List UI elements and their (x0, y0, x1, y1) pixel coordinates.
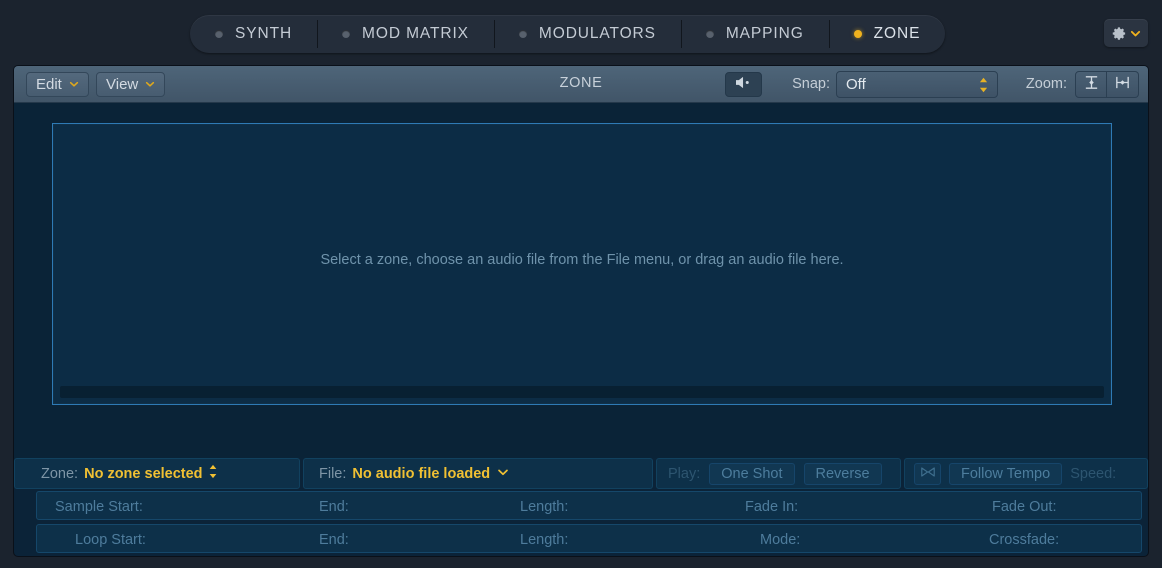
sample-start-label: Sample Start: (55, 499, 143, 515)
zoom-button-group (1075, 71, 1139, 98)
tab-zone[interactable]: ZONE (828, 15, 946, 53)
zoom-label: Zoom: (1025, 76, 1067, 92)
file-selector[interactable]: File: No audio file loaded (303, 458, 653, 489)
tab-label: MOD MATRIX (362, 25, 469, 42)
snap-label: Snap: (792, 76, 830, 92)
fit-horizontal-icon (1114, 74, 1131, 96)
zone-selector[interactable]: Zone: No zone selected (14, 458, 300, 489)
zone-value: No zone selected (84, 465, 203, 482)
zoom-fit-horizontal-button[interactable] (1107, 71, 1139, 98)
stepper-arrows-icon (978, 76, 989, 94)
tab-indicator-dot (518, 30, 527, 38)
settings-menu-button[interactable] (1104, 19, 1148, 47)
snap-select[interactable]: Off (836, 71, 998, 98)
chevron-down-icon (1130, 28, 1141, 39)
follow-tempo-button[interactable]: Follow Tempo (949, 462, 1063, 485)
zone-label: Zone: (41, 465, 79, 482)
sample-end-label: End: (319, 499, 349, 515)
chevron-down-icon (497, 465, 509, 483)
waveform-area[interactable]: Select a zone, choose an audio file from… (14, 103, 1148, 458)
sample-params-strip: Sample Start: End: Length: Fade In: Fade… (36, 491, 1142, 520)
file-value: No audio file loaded (352, 465, 491, 482)
tab-indicator-dot (215, 30, 223, 38)
gear-icon (1112, 26, 1127, 41)
sample-row-gutter[interactable] (18, 491, 34, 520)
play-label: Play: (668, 465, 701, 482)
tab-mapping[interactable]: MAPPING (680, 15, 829, 53)
sample-length-label: Length: (520, 499, 569, 515)
empty-state-hint: Select a zone, choose an audio file from… (320, 252, 844, 268)
tab-synth[interactable]: SYNTH (190, 15, 317, 53)
fade-in-label: Fade In: (745, 499, 799, 515)
tab-group: SYNTH MOD MATRIX MODULATORS MAPPING ZONE (190, 15, 946, 53)
loop-params-strip: Loop Start: End: Length: Mode: Crossfade… (36, 524, 1142, 553)
zone-panel: Edit View ZONE Snap: Off Zoom: Select a … (14, 66, 1148, 556)
tab-modulators[interactable]: MODULATORS (493, 15, 681, 53)
tempo-sync-icon-button[interactable] (914, 462, 941, 485)
zone-editor-window: SYNTH MOD MATRIX MODULATORS MAPPING ZONE (0, 0, 1162, 568)
tab-mod-matrix[interactable]: MOD MATRIX (317, 15, 494, 53)
crossfade-label: Crossfade: (989, 532, 1060, 548)
fade-out-label: Fade Out: (992, 499, 1057, 515)
play-mode-group: Play: One Shot Reverse (656, 458, 901, 489)
zoom-fit-vertical-button[interactable] (1075, 71, 1107, 98)
tab-label: MODULATORS (538, 25, 656, 42)
fit-vertical-icon (1083, 74, 1100, 96)
play-reverse-button[interactable]: Reverse (803, 462, 882, 485)
audition-button[interactable] (725, 72, 762, 97)
loop-end-label: End: (319, 532, 349, 548)
loop-length-label: Length: (520, 532, 569, 548)
speaker-icon (734, 75, 753, 95)
loop-enable-toggle[interactable] (18, 524, 34, 553)
sample-params-row: Sample Start: End: Length: Fade In: Fade… (14, 489, 1148, 522)
stepper-arrows-icon (208, 464, 218, 484)
zone-info-row: Zone: No zone selected File: No audio fi… (14, 458, 1148, 489)
file-label: File: (319, 465, 347, 482)
loop-start-label: Loop Start: (75, 532, 146, 548)
tab-label: SYNTH (235, 25, 293, 42)
speed-label: Speed: (1070, 465, 1117, 482)
loop-params-row: Loop Start: End: Length: Mode: Crossfade… (14, 522, 1148, 555)
snap-value: Off (846, 76, 866, 93)
waveform-display[interactable]: Select a zone, choose an audio file from… (52, 123, 1112, 405)
tab-indicator-dot (705, 30, 714, 38)
tempo-group: Follow Tempo Speed: (904, 458, 1148, 489)
tab-label: MAPPING (725, 25, 804, 42)
loop-mode-label: Mode: (760, 532, 801, 548)
play-one-shot-button[interactable]: One Shot (709, 462, 795, 485)
tab-bar: SYNTH MOD MATRIX MODULATORS MAPPING ZONE (0, 0, 1162, 66)
tab-indicator-dot (342, 30, 351, 38)
tempo-sync-icon (920, 465, 936, 483)
zone-toolbar: Edit View ZONE Snap: Off Zoom: (14, 66, 1148, 103)
tab-indicator-dot (853, 30, 862, 38)
horizontal-scrollbar[interactable] (60, 386, 1104, 398)
tab-label: ZONE (873, 25, 921, 42)
